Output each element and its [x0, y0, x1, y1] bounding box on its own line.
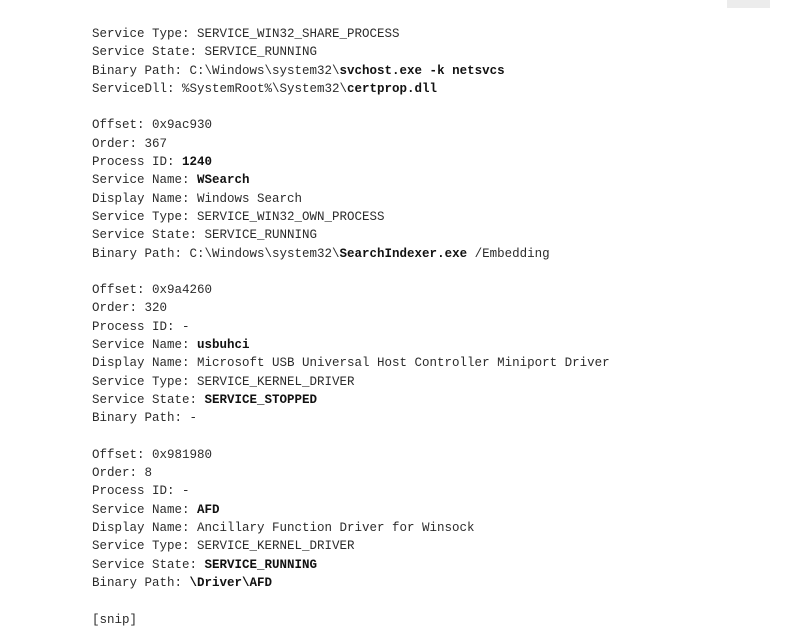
text-segment: Service Name: [92, 338, 198, 353]
bold-value: SERVICE_STOPPED [204, 392, 318, 407]
text-line: Offset: 0x9ac930 [92, 116, 610, 134]
bold-value: certprop.dll [347, 81, 438, 96]
text-segment: Display Name: Microsoft USB Universal Ho… [92, 356, 610, 371]
text-segment: Service Type: SERVICE_KERNEL_DRIVER [92, 374, 355, 389]
text-segment: Order: 8 [92, 466, 153, 481]
service-block: Service Type: SERVICE_WIN32_SHARE_PROCES… [92, 25, 610, 98]
text-segment: Service State: SERVICE_RUNNING [92, 45, 318, 60]
service-block: Offset: 0x981980 Order: 8 Process ID: - Ser… [92, 446, 610, 592]
text-line: Process ID: - [92, 318, 610, 336]
text-line: Display Name: Windows Search [92, 190, 610, 208]
text-line: [snip] [92, 611, 610, 629]
text-line: Process ID: - [92, 482, 610, 500]
bold-value: AFD [197, 502, 220, 517]
text-segment: Process ID: - [92, 319, 190, 334]
service-block: Offset: 0x9a4260 Order: 320 Process ID: - S… [92, 281, 610, 427]
text-segment: Service Type: SERVICE_KERNEL_DRIVER [92, 539, 355, 554]
text-segment: Service State: [92, 392, 205, 407]
bold-value: WSearch [197, 173, 250, 188]
text-line: Offset: 0x9a4260 [92, 281, 610, 299]
text-line: Binary Path: C:\Windows\system32\SearchI… [92, 245, 610, 263]
text-segment: Process ID: - [92, 484, 190, 499]
text-line: Offset: 0x981980 [92, 446, 610, 464]
text-line: Service State: SERVICE_RUNNING [92, 43, 610, 61]
text-line: Order: 8 [92, 464, 610, 482]
text-line: Service Type: SERVICE_KERNEL_DRIVER [92, 373, 610, 391]
text-line: Binary Path: - [92, 409, 610, 427]
text-segment: Service Name: [92, 502, 198, 517]
text-line: Service State: SERVICE_STOPPED [92, 391, 610, 409]
text-line: Display Name: Ancillary Function Driver … [92, 519, 610, 537]
text-segment: Binary Path: - [92, 411, 198, 426]
bold-value: \Driver\AFD [189, 575, 273, 590]
text-line: Service State: SERVICE_RUNNING [92, 226, 610, 244]
bold-value: SearchIndexer.exe [339, 246, 468, 261]
text-line: Display Name: Microsoft USB Universal Ho… [92, 354, 610, 372]
text-line: Service Type: SERVICE_WIN32_SHARE_PROCES… [92, 25, 610, 43]
bold-value: usbuhci [197, 338, 250, 353]
text-segment: Service Type: SERVICE_WIN32_OWN_PROCESS [92, 209, 385, 224]
text-line: Binary Path: \Driver\AFD [92, 574, 610, 592]
text-line: ServiceDll: %SystemRoot%\System32\certpr… [92, 80, 610, 98]
text-segment: Binary Path: C:\Windows\system32\ [92, 63, 340, 78]
text-segment: Display Name: Windows Search [92, 191, 303, 206]
text-segment: Service State: SERVICE_RUNNING [92, 228, 318, 243]
text-segment: ServiceDll: %SystemRoot%\System32\ [92, 81, 348, 96]
text-segment: Offset: 0x981980 [92, 447, 213, 462]
service-block: Offset: 0x9ac930 Order: 367 Process ID: 12… [92, 116, 610, 262]
text-segment: [snip] [92, 612, 138, 627]
text-segment: Service State: [92, 557, 205, 572]
text-line: Service Name: usbuhci [92, 336, 610, 354]
text-line: Service State: SERVICE_RUNNING [92, 556, 610, 574]
text-line: Order: 320 [92, 299, 610, 317]
text-line: Binary Path: C:\Windows\system32\svchost… [92, 62, 610, 80]
bold-value: SERVICE_RUNNING [204, 557, 318, 572]
text-segment: Order: 320 [92, 301, 168, 316]
corner-placeholder [727, 0, 770, 8]
text-line: Service Name: AFD [92, 501, 610, 519]
text-line: Order: 367 [92, 135, 610, 153]
text-segment: /Embedding [467, 246, 550, 261]
service-listing: Service Type: SERVICE_WIN32_SHARE_PROCES… [92, 25, 610, 629]
text-segment: Order: 367 [92, 136, 168, 151]
text-segment: Display Name: Ancillary Function Driver … [92, 521, 475, 536]
service-block: [snip] [92, 611, 610, 629]
text-segment: Service Name: [92, 173, 198, 188]
text-line: Process ID: 1240 [92, 153, 610, 171]
bold-value: 1240 [182, 155, 213, 170]
text-segment: Offset: 0x9ac930 [92, 118, 213, 133]
text-segment: Offset: 0x9a4260 [92, 283, 213, 298]
text-line: Service Type: SERVICE_WIN32_OWN_PROCESS [92, 208, 610, 226]
text-segment: Service Type: SERVICE_WIN32_SHARE_PROCES… [92, 27, 400, 41]
text-segment: Process ID: [92, 155, 183, 170]
bold-value: svchost.exe -k netsvcs [339, 63, 505, 78]
text-line: Service Name: WSearch [92, 171, 610, 189]
text-segment: Binary Path: C:\Windows\system32\ [92, 246, 340, 261]
text-segment: Binary Path: [92, 575, 190, 590]
text-line: Service Type: SERVICE_KERNEL_DRIVER [92, 537, 610, 555]
